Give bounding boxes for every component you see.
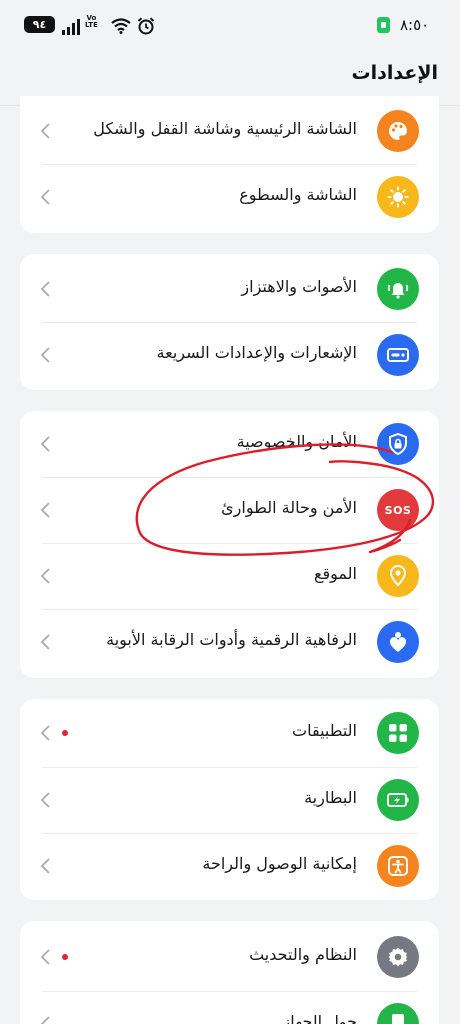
settings-item-label: البطارية <box>304 788 357 807</box>
settings-item-notifications-quick-settings[interactable]: الإشعارات والإعدادات السريعة <box>20 322 439 388</box>
battery-level-badge: ٩٤ <box>24 16 55 33</box>
chevron-left-icon <box>40 792 50 808</box>
divider <box>42 543 417 544</box>
divider <box>42 767 417 768</box>
settings-group-system: النظام والتحديث حول الجهاز <box>20 921 439 1024</box>
settings-item-label: الرفاهية الرقمية وأدوات الرقابة الأبوية <box>106 630 357 649</box>
settings-item-label: الأمن وحالة الطوارئ <box>221 498 357 517</box>
shield-lock-icon <box>377 423 419 465</box>
sun-icon <box>377 176 419 218</box>
settings-item-label: حول الجهاز <box>282 1012 358 1024</box>
settings-item-safety-emergency[interactable]: SOS الأمن وحالة الطوارئ <box>20 477 439 543</box>
gear-icon <box>377 936 419 978</box>
settings-item-label: الشاشة الرئيسية وشاشة القفل والشكل <box>93 119 357 138</box>
settings-item-location[interactable]: الموقع <box>20 543 439 609</box>
settings-item-sounds-vibration[interactable]: الأصوات والاهتزاز <box>20 256 439 322</box>
chevron-left-icon <box>40 347 50 363</box>
divider <box>42 164 417 165</box>
settings-item-system-update[interactable]: النظام والتحديث <box>20 924 439 990</box>
sim-card-icon <box>377 17 390 33</box>
settings-item-label: الموقع <box>314 564 357 583</box>
settings-item-label: الأمان والخصوصية <box>236 432 357 451</box>
battery-icon <box>377 779 419 821</box>
settings-item-label: التطبيقات <box>292 721 357 740</box>
update-badge-dot <box>62 730 68 736</box>
divider <box>42 477 417 478</box>
settings-item-digital-wellbeing[interactable]: الرفاهية الرقمية وأدوات الرقابة الأبوية <box>20 609 439 675</box>
signal-strength-icon <box>62 16 80 38</box>
palette-icon <box>377 110 419 152</box>
chevron-left-icon <box>40 436 50 452</box>
settings-item-label: الأصوات والاهتزاز <box>241 277 357 296</box>
chevron-left-icon <box>40 949 50 965</box>
alarm-clock-icon <box>137 15 155 37</box>
settings-item-apps[interactable]: التطبيقات <box>20 700 439 766</box>
chevron-left-icon <box>40 123 50 139</box>
settings-group-security-privacy: الأمان والخصوصية SOS الأمن وحالة الطوارئ… <box>20 411 439 678</box>
page-title: الإعدادات <box>351 62 438 84</box>
settings-item-display-brightness[interactable]: الشاشة والسطوع <box>20 164 439 230</box>
divider <box>42 322 417 323</box>
wifi-icon <box>111 15 131 37</box>
settings-group-display: الشاشة الرئيسية وشاشة القفل والشكل الشاش… <box>20 96 439 233</box>
location-pin-icon <box>377 555 419 597</box>
volte-line2: LTE <box>85 21 98 29</box>
volte-icon: Vo LTE <box>85 15 98 37</box>
sos-icon-text: SOS <box>384 503 412 517</box>
settings-screen: ٩٤ Vo LTE ٨:٥٠ الإعدادات الشاشة الرئيسية… <box>0 0 460 1024</box>
divider <box>42 833 417 834</box>
notification-icon <box>377 334 419 376</box>
chevron-left-icon <box>40 568 50 584</box>
settings-item-accessibility[interactable]: إمكانية الوصول والراحة <box>20 833 439 899</box>
chevron-left-icon <box>40 189 50 205</box>
chevron-left-icon <box>40 1016 50 1024</box>
chevron-left-icon <box>40 725 50 741</box>
chevron-left-icon <box>40 502 50 518</box>
apps-grid-icon <box>377 712 419 754</box>
wellbeing-icon <box>377 621 419 663</box>
settings-group-sound-notifications: الأصوات والاهتزاز الإشعارات والإعدادات ا… <box>20 254 439 390</box>
settings-item-label: الشاشة والسطوع <box>239 185 357 204</box>
settings-item-label: إمكانية الوصول والراحة <box>202 854 357 873</box>
settings-group-apps-battery: التطبيقات البطارية إمكانية الوصول والراح… <box>20 699 439 900</box>
divider <box>42 609 417 610</box>
settings-item-about-device[interactable]: حول الجهاز <box>20 991 439 1024</box>
settings-item-home-lock-appearance[interactable]: الشاشة الرئيسية وشاشة القفل والشكل <box>20 98 439 164</box>
settings-item-label: النظام والتحديث <box>249 945 357 964</box>
status-clock: ٨:٥٠ <box>400 16 430 34</box>
chevron-left-icon <box>40 281 50 297</box>
settings-item-security-privacy[interactable]: الأمان والخصوصية <box>20 411 439 477</box>
divider <box>42 991 417 992</box>
accessibility-icon <box>377 845 419 887</box>
sos-icon: SOS <box>377 489 419 531</box>
phone-icon <box>377 1003 419 1024</box>
chevron-left-icon <box>40 858 50 874</box>
settings-item-battery[interactable]: البطارية <box>20 767 439 833</box>
chevron-left-icon <box>40 634 50 650</box>
update-badge-dot <box>62 954 68 960</box>
status-bar: ٩٤ Vo LTE ٨:٥٠ <box>0 0 460 50</box>
settings-item-label: الإشعارات والإعدادات السريعة <box>156 343 357 362</box>
bell-icon <box>377 268 419 310</box>
